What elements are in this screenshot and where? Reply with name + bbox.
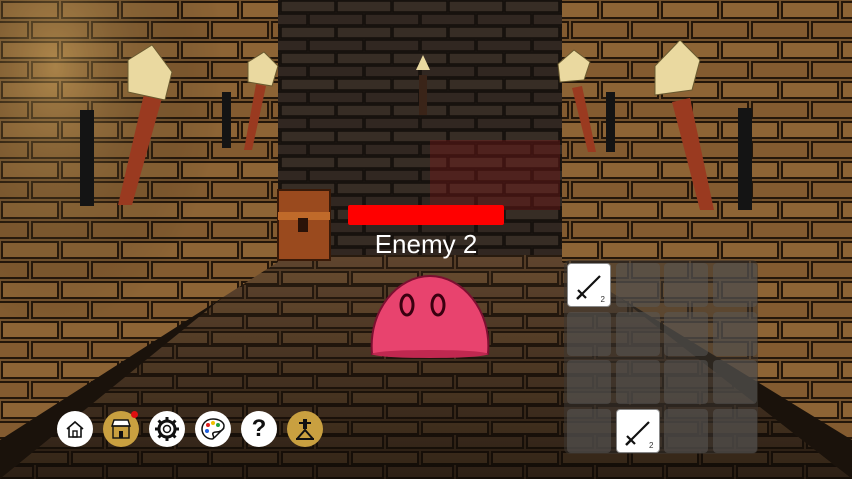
inventory-slot[interactable]: [615, 360, 660, 404]
inventory-grid: 22: [564, 260, 758, 454]
home-button[interactable]: [57, 411, 93, 447]
inventory-slot[interactable]: [567, 360, 611, 404]
slime-enemy[interactable]: [368, 270, 492, 360]
enemy-name-label: Enemy 2: [374, 229, 478, 259]
inventory-slot[interactable]: [615, 311, 660, 356]
shop-notification-badge: [131, 411, 138, 418]
inventory-slot[interactable]: [664, 408, 708, 453]
gear-icon: [155, 417, 179, 441]
inventory-slot[interactable]: 2: [615, 408, 660, 453]
settings-button[interactable]: [149, 411, 185, 447]
inventory-slot[interactable]: [712, 360, 757, 404]
inventory-slot[interactable]: 2: [567, 263, 611, 307]
theme-button[interactable]: [195, 411, 231, 447]
treasure-chest: [277, 189, 331, 261]
home-icon: [66, 420, 84, 438]
inventory-slot[interactable]: [567, 311, 611, 356]
enemy-health-bar: [348, 205, 504, 225]
enemy-health-fill: [348, 205, 504, 225]
palette-icon: [201, 418, 225, 440]
inventory-slot[interactable]: [664, 263, 708, 307]
help-icon: ?: [251, 415, 267, 442]
inventory-slot[interactable]: [664, 360, 708, 404]
item-count: 2: [600, 295, 605, 304]
forge-button[interactable]: [287, 411, 323, 447]
inventory-slot[interactable]: [712, 263, 757, 307]
shop-icon: [111, 419, 131, 439]
inventory-slot[interactable]: [712, 311, 757, 356]
inventory-slot[interactable]: [567, 408, 611, 453]
inventory-slot[interactable]: [712, 408, 757, 453]
shop-button[interactable]: [103, 411, 139, 447]
inventory-slot[interactable]: [615, 263, 660, 307]
item-count: 2: [649, 440, 654, 450]
forge-icon: [296, 419, 314, 440]
inventory-slot[interactable]: [664, 311, 708, 356]
help-button[interactable]: ?: [241, 411, 277, 447]
